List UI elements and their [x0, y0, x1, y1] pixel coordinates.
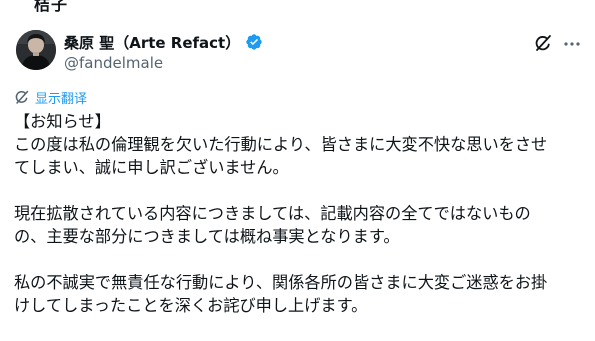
tweet-text: 【お知らせ】 この度は私の倫理観を欠いた行動により、皆さまに大変不快な思いをさせ… — [14, 110, 586, 317]
show-translation-link[interactable]: 显示翻译 — [35, 88, 87, 107]
author-name-row[interactable]: 桑原 聖（Arte Refact） — [64, 32, 263, 52]
translate-row[interactable]: 显示翻译 — [14, 88, 87, 107]
avatar-image — [16, 30, 56, 70]
tweet-text-line: 現在拡散されている内容につきましては、記載内容の全てではないもの — [14, 204, 531, 223]
avatar[interactable] — [16, 30, 56, 70]
verified-badge-icon[interactable] — [245, 33, 263, 51]
tweet-text-line: の、主要な部分につきましては概ね事実となります。 — [14, 227, 400, 246]
author-display-name[interactable]: 桑原 聖（Arte Refact） — [64, 32, 240, 53]
author-handle[interactable]: @fandelmale — [64, 54, 163, 72]
tweet-text-line: この度は私の倫理観を欠いた行動により、皆さまに大変不快な思いをさせ — [14, 135, 548, 154]
tweet-text-line: 私の不誠実で無責任な行動により、関係各所の皆さまに大変ご迷惑をお掛 — [14, 273, 548, 292]
translate-icon — [14, 89, 30, 105]
tweet-text-line: 【お知らせ】 — [14, 112, 111, 131]
tweet-text-line: けしてしまったことを深くお詫び申し上げます。 — [14, 296, 368, 315]
grok-icon[interactable] — [533, 33, 553, 53]
more-options-icon[interactable] — [562, 34, 582, 54]
tweet-text-line: てしまい、誠に申し訳ございません。 — [14, 158, 289, 177]
previous-post-fragment: 桔子 — [34, 0, 69, 14]
